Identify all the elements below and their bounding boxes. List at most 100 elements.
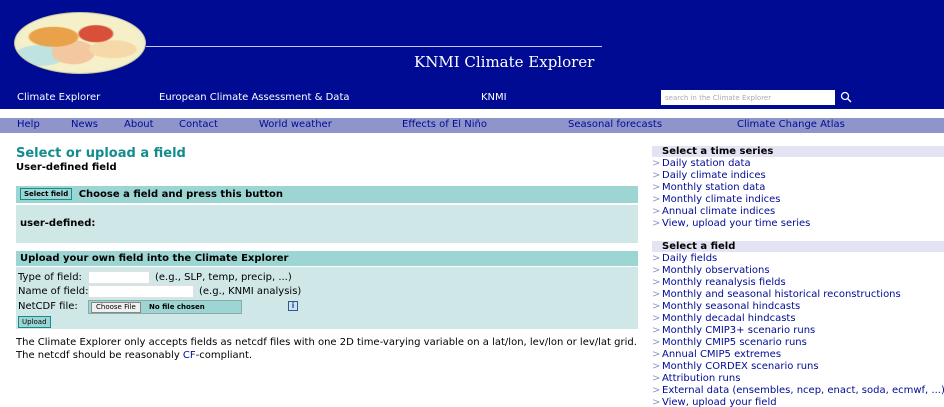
nav-news[interactable]: News xyxy=(71,119,98,130)
chevron-right-icon: > xyxy=(652,289,661,300)
sidebar-item-seasonal-hindcasts[interactable]: > Monthly seasonal hindcasts xyxy=(652,301,800,313)
header-banner: KNMI Climate Explorer xyxy=(0,0,944,88)
upload-button[interactable]: Upload xyxy=(18,316,51,328)
search-icon[interactable] xyxy=(840,91,852,103)
sidebar-item-label: Monthly reanalysis fields xyxy=(662,277,786,288)
search-input[interactable] xyxy=(661,90,835,105)
nav-climate-explorer[interactable]: Climate Explorer xyxy=(17,92,100,103)
chevron-right-icon: > xyxy=(652,158,661,169)
nav-knmi[interactable]: KNMI xyxy=(481,92,507,103)
page-subtitle: User-defined field xyxy=(16,162,117,173)
sidebar-item-label: Monthly CMIP3+ scenario runs xyxy=(662,325,816,336)
select-field-button[interactable]: Select field xyxy=(20,188,73,200)
header-divider xyxy=(146,46,602,47)
chevron-right-icon: > xyxy=(652,349,661,360)
sidebar-item-monthly-climate-indices[interactable]: > Monthly climate indices xyxy=(652,194,781,206)
sidebar-item-attribution-runs[interactable]: > Attribution runs xyxy=(652,373,740,385)
type-of-field-label: Type of field: xyxy=(18,272,82,283)
sidebar-item-label: Daily climate indices xyxy=(662,170,766,181)
upload-header: Upload your own field into the Climate E… xyxy=(16,251,638,266)
sidebar-item-cmip5-scenario-runs[interactable]: > Monthly CMIP5 scenario runs xyxy=(652,337,807,349)
chevron-right-icon: > xyxy=(652,301,661,312)
select-field-header: Select field Choose a field and press th… xyxy=(16,186,638,203)
select-field-body: user-defined: xyxy=(16,205,638,243)
note-text-end: -compliant. xyxy=(195,350,253,361)
chevron-right-icon: > xyxy=(652,182,661,193)
chevron-right-icon: > xyxy=(652,218,661,229)
sidebar-item-upload-field[interactable]: > View, upload your field xyxy=(652,397,777,407)
sidebar-item-cordex-scenario-runs[interactable]: > Monthly CORDEX scenario runs xyxy=(652,361,819,373)
choose-file-button[interactable]: Choose File xyxy=(91,302,141,313)
chevron-right-icon: > xyxy=(652,265,661,276)
select-field-heading: Choose a field and press this button xyxy=(78,189,283,200)
sidebar-item-label: Monthly and seasonal historical reconstr… xyxy=(662,289,901,300)
sidebar-item-daily-fields[interactable]: > Daily fields xyxy=(652,253,717,265)
sidebar-item-annual-climate-indices[interactable]: > Annual climate indices xyxy=(652,206,775,218)
site-title: KNMI Climate Explorer xyxy=(414,53,595,71)
chevron-right-icon: > xyxy=(652,325,661,336)
globe-logo[interactable] xyxy=(14,12,146,74)
nav-eca-data[interactable]: European Climate Assessment & Data xyxy=(159,92,350,103)
chevron-right-icon: > xyxy=(652,277,661,288)
info-icon[interactable]: i xyxy=(288,301,298,311)
netcdf-note: The Climate Explorer only accepts fields… xyxy=(16,336,638,362)
chevron-right-icon: > xyxy=(652,206,661,217)
page-title: Select or upload a field xyxy=(16,146,186,161)
sidebar-item-upload-time-series[interactable]: > View, upload your time series xyxy=(652,218,810,230)
sidebar-item-cmip3-scenario-runs[interactable]: > Monthly CMIP3+ scenario runs xyxy=(652,325,815,337)
sidebar-item-label: View, upload your time series xyxy=(662,218,811,229)
sidebar-item-daily-climate-indices[interactable]: > Daily climate indices xyxy=(652,170,766,182)
nav-help[interactable]: Help xyxy=(17,119,40,130)
nav-climate-change-atlas[interactable]: Climate Change Atlas xyxy=(737,119,845,130)
netcdf-file-input[interactable]: Choose File No file chosen xyxy=(88,300,242,314)
sidebar-item-label: Annual CMIP5 extremes xyxy=(662,349,782,360)
sidebar-item-label: Daily station data xyxy=(662,158,751,169)
nav-about[interactable]: About xyxy=(124,119,154,130)
secondary-nav: Help News About Contact World weather Ef… xyxy=(0,118,944,133)
nav-world-weather[interactable]: World weather xyxy=(259,119,332,130)
name-of-field-input[interactable] xyxy=(88,285,194,298)
chevron-right-icon: > xyxy=(652,385,661,396)
sidebar-item-label: Monthly station data xyxy=(662,182,766,193)
chevron-right-icon: > xyxy=(652,373,661,384)
upload-heading: Upload your own field into the Climate E… xyxy=(20,253,289,264)
chevron-right-icon: > xyxy=(652,194,661,205)
sidebar-item-label: Annual climate indices xyxy=(662,206,776,217)
sidebar-item-historical-reconstructions[interactable]: > Monthly and seasonal historical reconst… xyxy=(652,289,901,301)
nav-contact[interactable]: Contact xyxy=(179,119,218,130)
name-of-field-label: Name of field: xyxy=(18,286,89,297)
sidebar-item-monthly-station-data[interactable]: > Monthly station data xyxy=(652,182,765,194)
name-of-field-hint: (e.g., KNMI analysis) xyxy=(199,286,302,297)
sidebar-item-label: View, upload your field xyxy=(662,397,777,407)
sidebar-item-label: Monthly climate indices xyxy=(662,194,781,205)
netcdf-file-label: NetCDF file: xyxy=(18,301,78,312)
sidebar-item-cmip5-extremes[interactable]: > Annual CMIP5 extremes xyxy=(652,349,781,361)
sidebar-item-decadal-hindcasts[interactable]: > Monthly decadal hindcasts xyxy=(652,313,796,325)
sidebar-item-label: Monthly seasonal hindcasts xyxy=(662,301,801,312)
sidebar-item-label: Monthly observations xyxy=(662,265,770,276)
sidebar-item-monthly-reanalysis[interactable]: > Monthly reanalysis fields xyxy=(652,277,786,289)
chevron-right-icon: > xyxy=(652,253,661,264)
sidebar-item-label: External data (ensembles, ncep, enact, s… xyxy=(662,385,944,396)
nav-seasonal-forecasts[interactable]: Seasonal forecasts xyxy=(568,119,662,130)
sidebar-item-label: Monthly CMIP5 scenario runs xyxy=(662,337,807,348)
user-defined-label: user-defined: xyxy=(20,218,96,229)
chevron-right-icon: > xyxy=(652,170,661,181)
chevron-right-icon: > xyxy=(652,397,661,407)
chevron-right-icon: > xyxy=(652,361,661,372)
sidebar-item-label: Attribution runs xyxy=(662,373,741,384)
nav-el-nino[interactable]: Effects of El Niño xyxy=(402,119,487,130)
sidebar-item-label: Monthly decadal hindcasts xyxy=(662,313,796,324)
sidebar-item-daily-station-data[interactable]: > Daily station data xyxy=(652,158,751,170)
sidebar-item-external-data[interactable]: > External data (ensembles, ncep, enact, … xyxy=(652,385,944,397)
field-heading: Select a field xyxy=(652,241,944,252)
sidebar-item-label: Daily fields xyxy=(662,253,718,264)
sidebar-item-monthly-observations[interactable]: > Monthly observations xyxy=(652,265,770,277)
type-of-field-input[interactable] xyxy=(88,271,150,284)
file-status: No file chosen xyxy=(149,303,205,311)
note-text: The Climate Explorer only accepts fields… xyxy=(16,337,637,361)
type-of-field-hint: (e.g., SLP, temp, precip, ...) xyxy=(155,272,292,283)
cf-link[interactable]: CF xyxy=(183,350,196,361)
time-series-heading: Select a time series xyxy=(652,146,944,157)
chevron-right-icon: > xyxy=(652,337,661,348)
